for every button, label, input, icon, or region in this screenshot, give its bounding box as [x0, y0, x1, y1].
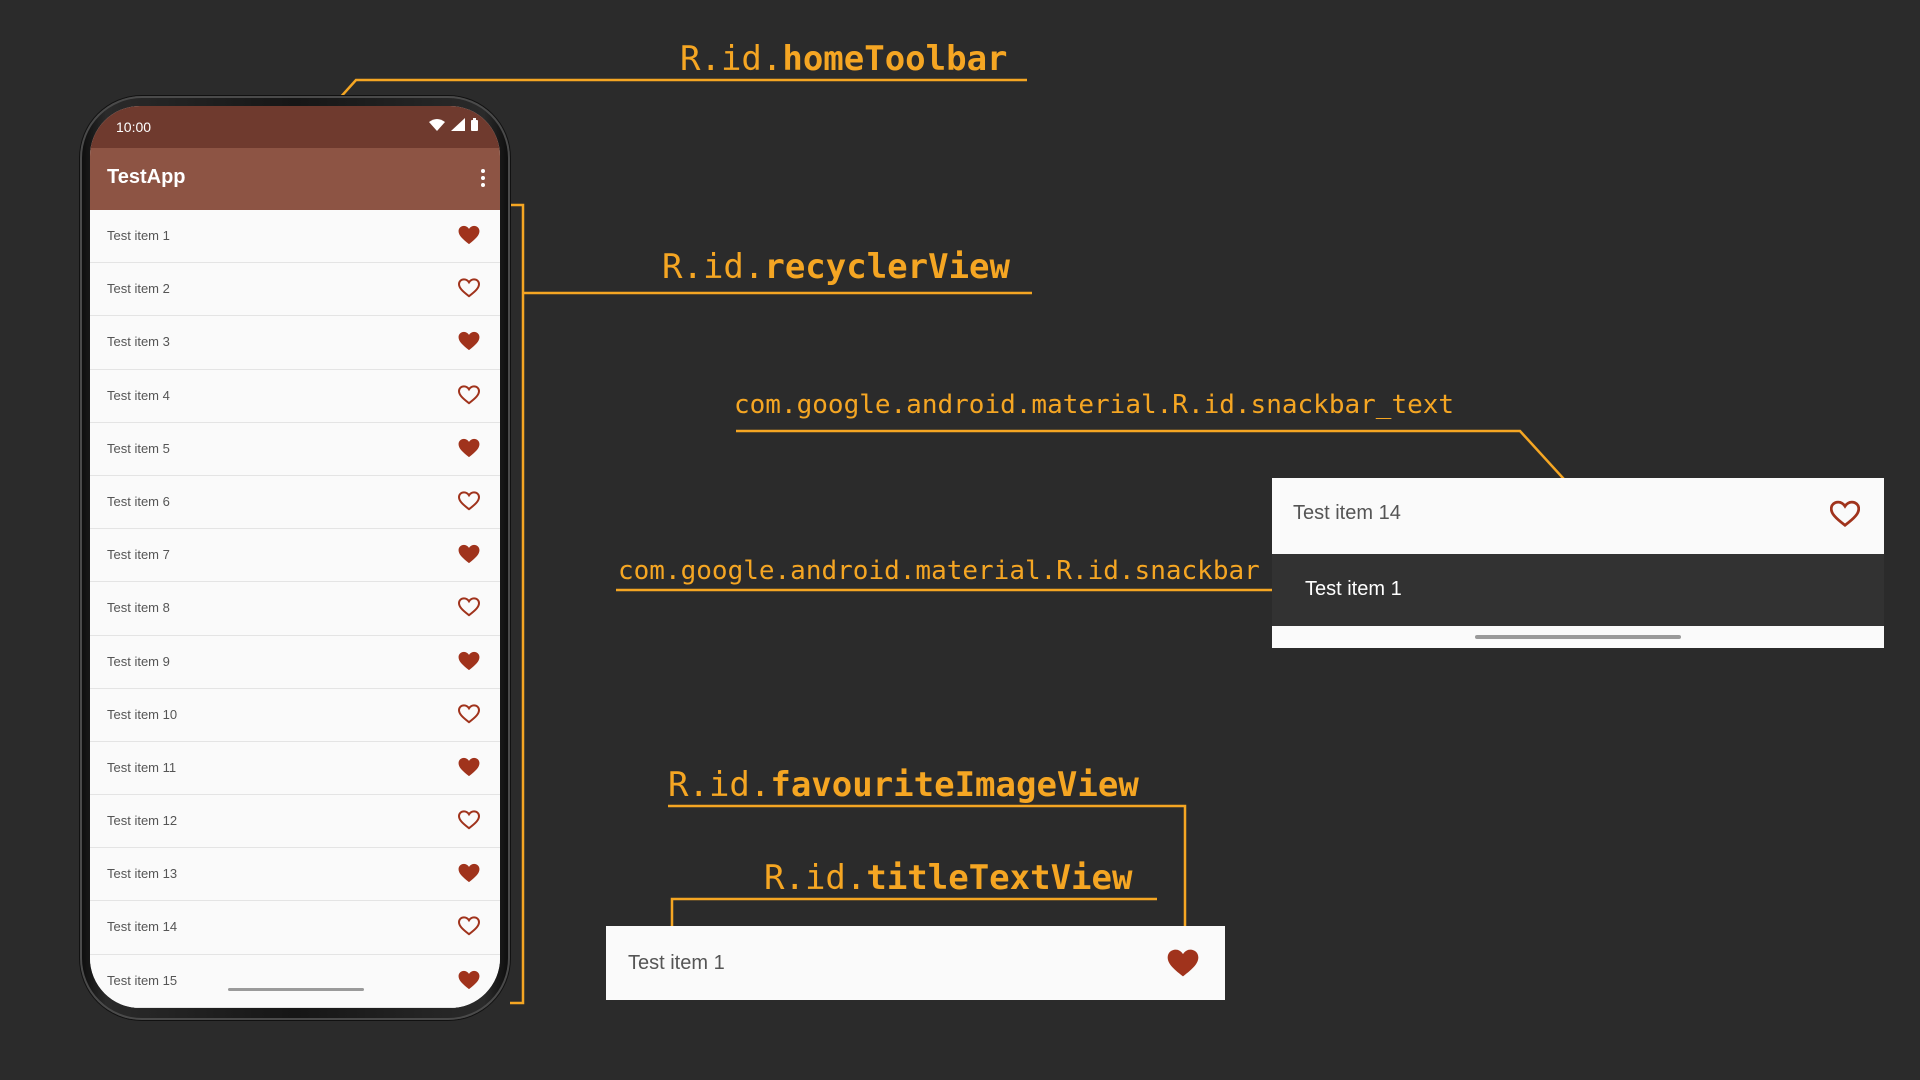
list-item[interactable]: Test item 4: [90, 369, 500, 423]
list-item-title: Test item 1: [107, 228, 170, 243]
list-item[interactable]: Test item 7: [90, 529, 500, 583]
label-home-toolbar: R.id.homeToolbar: [680, 39, 1008, 79]
list-item-title: Test item 14: [107, 919, 178, 935]
list-item[interactable]: Test item 14: [90, 901, 500, 955]
list-item[interactable]: Test item 8: [90, 582, 500, 636]
heart-filled-icon[interactable]: [458, 757, 480, 777]
list-item-title: Test item 7: [107, 547, 170, 563]
list-item-title: Test item 2: [107, 281, 170, 297]
home-toolbar: TestApp: [90, 148, 500, 210]
label-snackbar-text: com.google.android.material.R.id.snackba…: [734, 390, 1455, 420]
list-item[interactable]: Test item 13: [90, 848, 500, 902]
home-indicator[interactable]: [228, 988, 364, 991]
list-item-title: Test item 5: [107, 440, 170, 456]
list-item-title: Test item 6: [107, 493, 170, 509]
battery-icon: [471, 118, 478, 131]
title-text-view: Test item 1: [628, 952, 725, 974]
signal-icon: [451, 118, 465, 131]
list-item-title: Test item 9: [107, 653, 170, 669]
heart-filled-icon[interactable]: [458, 544, 480, 564]
heart-filled-icon[interactable]: [1167, 948, 1199, 978]
list-item[interactable]: Test item 10: [90, 688, 500, 742]
heart-outline-icon[interactable]: [1830, 500, 1860, 528]
status-bar: 10:00: [90, 106, 500, 148]
list-item[interactable]: Test item 12: [90, 795, 500, 849]
wifi-icon: [429, 118, 445, 131]
list-item-title: Test item 8: [107, 600, 170, 616]
heart-outline-icon[interactable]: [458, 491, 480, 511]
list-item[interactable]: Test item 15: [90, 954, 500, 1008]
recycler-view-bracket: [510, 203, 525, 1005]
list-item-title: Test item 4: [107, 387, 170, 403]
heart-outline-icon[interactable]: [458, 704, 480, 724]
heart-filled-icon[interactable]: [458, 970, 480, 990]
heart-outline-icon[interactable]: [458, 597, 480, 617]
list-item-title: Test item 12: [107, 813, 178, 829]
heart-filled-icon[interactable]: [458, 863, 480, 883]
label-title-text-view: R.id.titleTextView: [764, 858, 1133, 898]
label-favourite-image-view: R.id.favouriteImageView: [668, 765, 1139, 805]
recycler-view[interactable]: Test item 1 Test item 2 Test item 3 Test it…: [90, 210, 500, 1008]
status-time: 10:00: [116, 119, 152, 135]
label-recycler-view: R.id.recyclerView: [662, 247, 1010, 287]
heart-outline-icon[interactable]: [458, 278, 480, 298]
list-item-title: Test item 14: [1293, 502, 1401, 524]
list-item-title: Test item 13: [107, 866, 178, 882]
list-item-title: Test item 15: [107, 972, 178, 988]
list-item[interactable]: Test item 1: [90, 210, 500, 264]
snackbar-text: Test item 1: [1305, 578, 1402, 600]
list-item[interactable]: Test item 3: [90, 316, 500, 370]
label-snackbar: com.google.android.material.R.id.snackba…: [618, 556, 1260, 586]
more-vert-icon[interactable]: [480, 168, 486, 188]
home-indicator[interactable]: [1475, 635, 1681, 639]
list-item-title: Test item 3: [107, 334, 170, 350]
list-item-panel: Test item 1: [606, 926, 1225, 1000]
list-item[interactable]: Test item 6: [90, 475, 500, 530]
status-icons: [429, 118, 478, 131]
heart-outline-icon[interactable]: [458, 384, 480, 405]
list-item[interactable]: Test item 5: [90, 422, 500, 476]
heart-outline-icon[interactable]: [458, 916, 480, 936]
phone-screen: 10:00 TestApp Test item 1 Test item 2 Test…: [90, 106, 500, 1008]
list-item[interactable]: Test item 9: [90, 635, 500, 689]
list-item[interactable]: Test item 2: [90, 263, 500, 317]
snackbar: Test item 1: [1272, 554, 1884, 626]
heart-outline-icon[interactable]: [458, 810, 480, 830]
heart-filled-icon[interactable]: [458, 438, 480, 458]
app-title: TestApp: [107, 166, 186, 188]
heart-filled-icon[interactable]: [458, 225, 480, 245]
list-item-title: Test item 10: [107, 706, 178, 722]
heart-filled-icon[interactable]: [458, 331, 480, 351]
snackbar-panel: Test item 14 Test item 1: [1272, 478, 1884, 648]
list-item-title: Test item 11: [107, 759, 177, 775]
list-item[interactable]: Test item 11: [90, 741, 500, 796]
heart-filled-icon[interactable]: [458, 651, 480, 671]
